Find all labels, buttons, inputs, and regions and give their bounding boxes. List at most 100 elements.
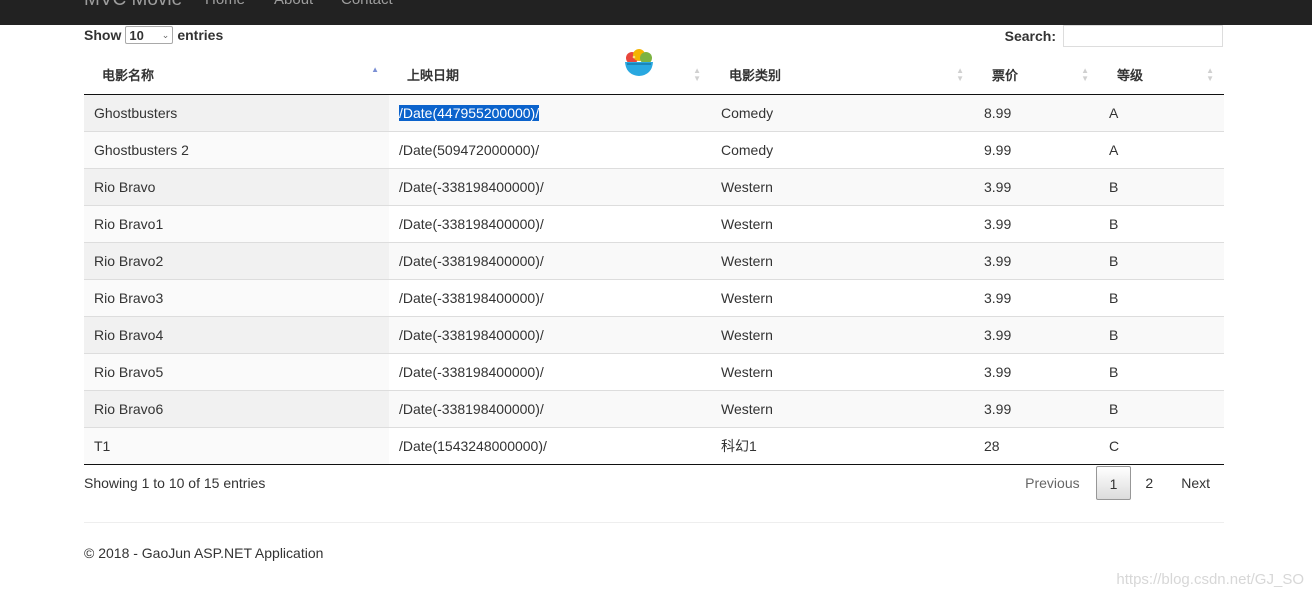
cell-price: 3.99: [974, 242, 1099, 280]
cell-genre: Western: [711, 205, 974, 243]
watermark: https://blog.csdn.net/GJ_SO: [1116, 571, 1304, 588]
column-header-rating[interactable]: 等级 ▲ ▼: [1099, 55, 1224, 95]
cell-price: 3.99: [974, 390, 1099, 428]
table-row[interactable]: Ghostbusters 2 /Date(509472000000)/ Come…: [84, 131, 1224, 169]
page-button-2[interactable]: 2: [1131, 466, 1167, 500]
table-info: Showing 1 to 10 of 15 entries: [84, 475, 266, 491]
cell-release-date: /Date(-338198400000)/: [389, 205, 711, 243]
cell-title: Rio Bravo3: [84, 279, 389, 317]
table-header-row: 电影名称 ▲ 上映日期 ▲ ▼ 电影类别 ▲ ▼ 票价 ▲ ▼ 等级 ▲ ▼: [84, 55, 1224, 95]
cell-rating: B: [1099, 390, 1224, 428]
cell-rating: B: [1099, 168, 1224, 206]
search-label: Search:: [1004, 28, 1056, 44]
page-button-1[interactable]: 1: [1095, 466, 1132, 500]
column-header-price[interactable]: 票价 ▲ ▼: [974, 55, 1099, 95]
cell-rating: B: [1099, 242, 1224, 280]
sort-both-icon: ▲ ▼: [1081, 66, 1089, 83]
cell-release-date: /Date(-338198400000)/: [389, 316, 711, 354]
footer-text: © 2018 - GaoJun ASP.NET Application: [84, 545, 324, 561]
cell-rating: B: [1099, 353, 1224, 391]
navbar: MVC Movie Home About Contact: [0, 0, 1312, 25]
cell-genre: Western: [711, 279, 974, 317]
column-header-genre[interactable]: 电影类别 ▲ ▼: [711, 55, 974, 95]
sort-both-icon: ▲ ▼: [956, 66, 964, 83]
table-row[interactable]: T1 /Date(1543248000000)/ 科幻1 28 C: [84, 427, 1224, 465]
entries-select-value: 10: [129, 27, 144, 43]
cell-price: 8.99: [974, 94, 1099, 132]
cell-title: Rio Bravo1: [84, 205, 389, 243]
cell-release-date: /Date(-338198400000)/: [389, 279, 711, 317]
next-button[interactable]: Next: [1167, 466, 1224, 500]
cell-genre: Western: [711, 242, 974, 280]
column-header-label: 电影类别: [729, 68, 782, 83]
length-prefix: Show: [84, 27, 122, 43]
movies-table: 电影名称 ▲ 上映日期 ▲ ▼ 电影类别 ▲ ▼ 票价 ▲ ▼ 等级 ▲ ▼ Ghost…: [84, 55, 1224, 465]
sort-both-icon: ▲ ▼: [693, 66, 701, 83]
column-header-title[interactable]: 电影名称 ▲: [84, 55, 389, 95]
column-header-label: 等级: [1117, 68, 1144, 83]
entries-length-control: Show 10 ⌄ entries: [84, 25, 223, 45]
cell-title: Rio Bravo: [84, 168, 389, 206]
cell-price: 3.99: [974, 279, 1099, 317]
table-row[interactable]: Rio Bravo2 /Date(-338198400000)/ Western…: [84, 242, 1224, 280]
entries-select[interactable]: 10 ⌄: [125, 26, 174, 44]
cell-title: Ghostbusters: [84, 94, 389, 132]
search-input[interactable]: [1063, 25, 1223, 47]
cell-release-date: /Date(-338198400000)/: [389, 242, 711, 280]
column-header-release-date[interactable]: 上映日期 ▲ ▼: [389, 55, 711, 95]
nav-link-contact[interactable]: Contact: [341, 0, 393, 8]
cell-price: 3.99: [974, 316, 1099, 354]
cell-genre: Comedy: [711, 131, 974, 169]
cell-release-date: /Date(-338198400000)/: [389, 168, 711, 206]
footer-divider: [84, 522, 1224, 523]
table-row[interactable]: Ghostbusters /Date(447955200000)/ Comedy…: [84, 94, 1224, 132]
selected-text: /Date(447955200000)/: [399, 105, 540, 121]
table-row[interactable]: Rio Bravo1 /Date(-338198400000)/ Western…: [84, 205, 1224, 243]
cell-title: Rio Bravo5: [84, 353, 389, 391]
cell-price: 9.99: [974, 131, 1099, 169]
cell-title: Ghostbusters 2: [84, 131, 389, 169]
cell-genre: Western: [711, 316, 974, 354]
cell-genre: Western: [711, 168, 974, 206]
table-row[interactable]: Rio Bravo6 /Date(-338198400000)/ Western…: [84, 390, 1224, 428]
cell-title: T1: [84, 427, 389, 465]
previous-button[interactable]: Previous: [1009, 466, 1095, 500]
table-row[interactable]: Rio Bravo4 /Date(-338198400000)/ Western…: [84, 316, 1224, 354]
cell-rating: B: [1099, 205, 1224, 243]
cell-title: Rio Bravo6: [84, 390, 389, 428]
column-header-label: 电影名称: [102, 68, 155, 83]
cell-title: Rio Bravo2: [84, 242, 389, 280]
search-control: Search:: [1005, 25, 1223, 47]
cell-release-date: /Date(1543248000000)/: [389, 427, 711, 465]
cell-price: 3.99: [974, 168, 1099, 206]
cell-title: Rio Bravo4: [84, 316, 389, 354]
nav-link-about[interactable]: About: [274, 0, 313, 8]
cell-release-date: /Date(-338198400000)/: [389, 390, 711, 428]
table-row[interactable]: Rio Bravo /Date(-338198400000)/ Western …: [84, 168, 1224, 206]
column-header-label: 票价: [992, 68, 1019, 83]
cell-genre: Comedy: [711, 94, 974, 132]
cell-rating: B: [1099, 316, 1224, 354]
cell-genre: 科幻1: [711, 427, 974, 465]
nav-link-home[interactable]: Home: [205, 0, 245, 8]
chevron-down-icon: ⌄: [161, 29, 170, 40]
column-header-label: 上映日期: [407, 68, 460, 83]
pagination: Previous 1 2 Next: [1009, 466, 1224, 500]
cell-price: 3.99: [974, 205, 1099, 243]
cell-price: 28: [974, 427, 1099, 465]
cell-price: 3.99: [974, 353, 1099, 391]
cell-rating: B: [1099, 279, 1224, 317]
table-row[interactable]: Rio Bravo5 /Date(-338198400000)/ Western…: [84, 353, 1224, 391]
length-suffix: entries: [177, 27, 224, 43]
brand-link[interactable]: MVC Movie: [84, 0, 182, 11]
sort-both-icon: ▲ ▼: [1206, 66, 1214, 83]
cell-release-date: /Date(509472000000)/: [389, 131, 711, 169]
sort-asc-icon: ▲: [371, 65, 379, 74]
cell-rating: A: [1099, 131, 1224, 169]
cell-genre: Western: [711, 353, 974, 391]
cell-rating: C: [1099, 427, 1224, 465]
table-row[interactable]: Rio Bravo3 /Date(-338198400000)/ Western…: [84, 279, 1224, 317]
cell-rating: A: [1099, 94, 1224, 132]
cell-release-date: /Date(447955200000)/: [389, 94, 711, 132]
cell-release-date: /Date(-338198400000)/: [389, 353, 711, 391]
